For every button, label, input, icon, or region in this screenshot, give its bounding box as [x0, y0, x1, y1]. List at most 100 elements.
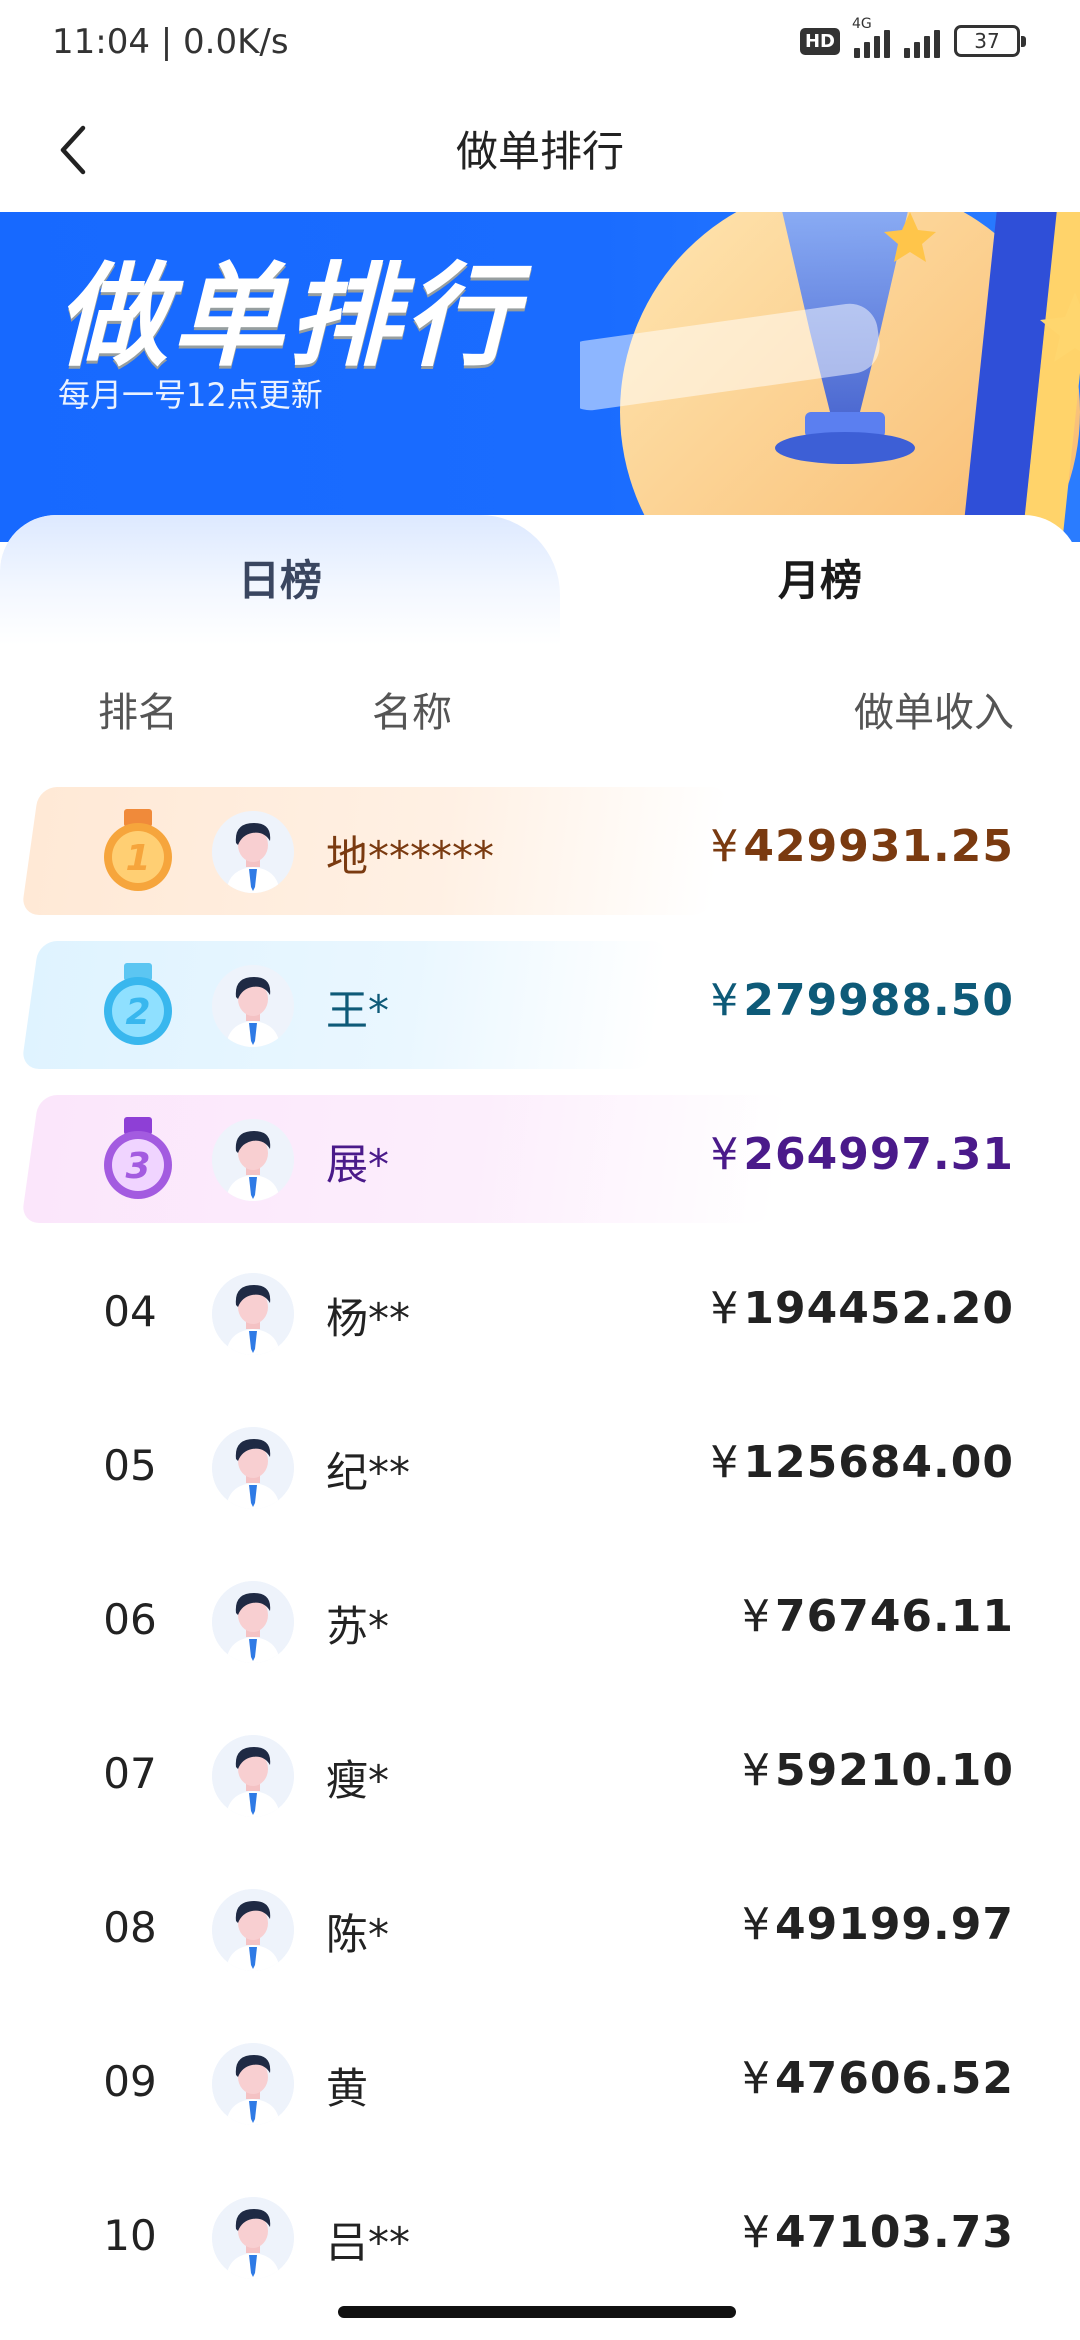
income-amount: 125684.00	[743, 1437, 1014, 1488]
income-value: ¥47606.52	[742, 2053, 1014, 2104]
banner-title: 做单排行	[56, 252, 520, 382]
currency-symbol: ¥	[710, 1437, 740, 1488]
user-name: 展*	[326, 1140, 390, 1189]
avatar	[212, 1735, 294, 1817]
currency-symbol: ¥	[710, 821, 740, 872]
user-name: 瘦*	[326, 1756, 390, 1805]
income-value: ¥47103.73	[742, 2207, 1014, 2258]
banner: 做单排行 每月一号12点更新	[0, 212, 1080, 542]
income-amount: 76746.11	[774, 1591, 1014, 1642]
ranking-row[interactable]: 10 吕** ¥47103.73	[0, 2161, 1080, 2315]
tab-bar: 日榜 月榜	[0, 515, 1080, 645]
banner-subtitle: 每月一号12点更新	[58, 376, 323, 414]
ranking-row[interactable]: 06 苏* ¥76746.11	[0, 1545, 1080, 1699]
rank-number: 08	[103, 1903, 157, 1952]
income-value: ¥279988.50	[710, 975, 1014, 1026]
status-icons: HD 4G 37	[799, 16, 1026, 58]
svg-text:3: 3	[125, 1146, 150, 1187]
income-amount: 279988.50	[743, 975, 1014, 1026]
user-name: 王*	[326, 986, 390, 1035]
user-name: 吕**	[326, 2218, 411, 2267]
column-headers: 排名 名称 做单收入	[0, 680, 1080, 740]
income-amount: 59210.10	[774, 1745, 1014, 1796]
income-amount: 194452.20	[743, 1283, 1014, 1334]
medal-icon: 3	[98, 1115, 178, 1203]
income-value: ¥125684.00	[710, 1437, 1014, 1488]
signal-4g-icon: 4G	[852, 16, 890, 58]
currency-symbol: ¥	[741, 1899, 771, 1950]
user-name: 地******	[326, 832, 495, 881]
rank-number: 07	[103, 1749, 157, 1798]
nav-bar: 做单排行	[0, 90, 1080, 212]
tab-daily-label: 日榜	[237, 555, 322, 605]
currency-symbol: ¥	[741, 1591, 771, 1642]
ranking-row[interactable]: 05 纪** ¥125684.00	[0, 1391, 1080, 1545]
rank-number: 10	[103, 2211, 157, 2260]
avatar	[212, 811, 294, 893]
income-amount: 47606.52	[774, 2053, 1014, 2104]
rank-number: 09	[103, 2057, 157, 2106]
medal-icon: 2	[98, 961, 178, 1049]
battery-icon: 37	[954, 25, 1026, 57]
income-amount: 47103.73	[774, 2207, 1014, 2258]
avatar	[212, 1581, 294, 1663]
network-type-label: 4G	[852, 16, 872, 32]
ranking-row[interactable]: 2 王* ¥279988.50	[0, 929, 1080, 1083]
rank-number: 05	[103, 1441, 157, 1490]
income-value: ¥59210.10	[742, 1745, 1014, 1796]
income-amount: 264997.31	[743, 1129, 1014, 1180]
ranking-row[interactable]: 04 杨** ¥194452.20	[0, 1237, 1080, 1391]
rank-number: 04	[103, 1287, 157, 1336]
status-bar: 11:04 | 0.0K/s HD 4G 37	[0, 0, 1080, 90]
page-title: 做单排行	[455, 127, 624, 176]
income-amount: 49199.97	[774, 1899, 1014, 1950]
hd-icon: HD	[799, 27, 840, 55]
status-time: 11:04 | 0.0K/s	[52, 22, 289, 62]
avatar	[212, 1273, 294, 1355]
avatar	[212, 2197, 294, 2279]
ranking-list: 1 地****** ¥429931.25 2 王* ¥279988.50 3 展* ¥26499…	[0, 775, 1080, 2315]
trophy-illustration	[580, 212, 1080, 542]
user-name: 黄	[326, 2064, 369, 2113]
income-value: ¥76746.11	[742, 1591, 1014, 1642]
tab-monthly-label: 月榜	[777, 555, 862, 605]
home-indicator[interactable]	[338, 2306, 736, 2318]
tab-daily[interactable]: 日榜	[0, 515, 560, 645]
rank-number: 06	[103, 1595, 157, 1644]
ranking-card: 日榜 月榜 排名 名称 做单收入 1 地****** ¥429931.25 2 王* ¥2…	[0, 515, 1080, 2340]
signal-icon	[904, 24, 940, 58]
user-name: 陈*	[326, 1910, 390, 1959]
avatar	[212, 965, 294, 1047]
ranking-row[interactable]: 1 地****** ¥429931.25	[0, 775, 1080, 929]
income-value: ¥49199.97	[742, 1899, 1014, 1950]
currency-symbol: ¥	[710, 1129, 740, 1180]
column-name: 名称	[372, 690, 452, 736]
currency-symbol: ¥	[710, 975, 740, 1026]
avatar	[212, 1889, 294, 1971]
user-name: 杨**	[326, 1294, 411, 1343]
income-amount: 429931.25	[743, 821, 1014, 872]
avatar	[212, 1427, 294, 1509]
currency-symbol: ¥	[710, 1283, 740, 1334]
user-name: 纪**	[326, 1448, 411, 1497]
tab-monthly[interactable]: 月榜	[560, 515, 1080, 645]
ranking-row[interactable]: 07 瘦* ¥59210.10	[0, 1699, 1080, 1853]
user-name: 苏*	[326, 1602, 390, 1651]
income-value: ¥429931.25	[710, 821, 1014, 872]
income-value: ¥264997.31	[710, 1129, 1014, 1180]
column-income: 做单收入	[854, 690, 1014, 736]
svg-text:1: 1	[125, 838, 150, 879]
svg-text:2: 2	[125, 992, 150, 1033]
ranking-row[interactable]: 09 黄 ¥47606.52	[0, 2007, 1080, 2161]
currency-symbol: ¥	[741, 2053, 771, 2104]
income-value: ¥194452.20	[710, 1283, 1014, 1334]
battery-level: 37	[974, 29, 1000, 53]
currency-symbol: ¥	[741, 1745, 771, 1796]
column-rank: 排名	[98, 690, 178, 736]
avatar	[212, 1119, 294, 1201]
avatar	[212, 2043, 294, 2125]
ranking-row[interactable]: 3 展* ¥264997.31	[0, 1083, 1080, 1237]
ranking-row[interactable]: 08 陈* ¥49199.97	[0, 1853, 1080, 2007]
currency-symbol: ¥	[741, 2207, 771, 2258]
medal-icon: 1	[98, 807, 178, 895]
